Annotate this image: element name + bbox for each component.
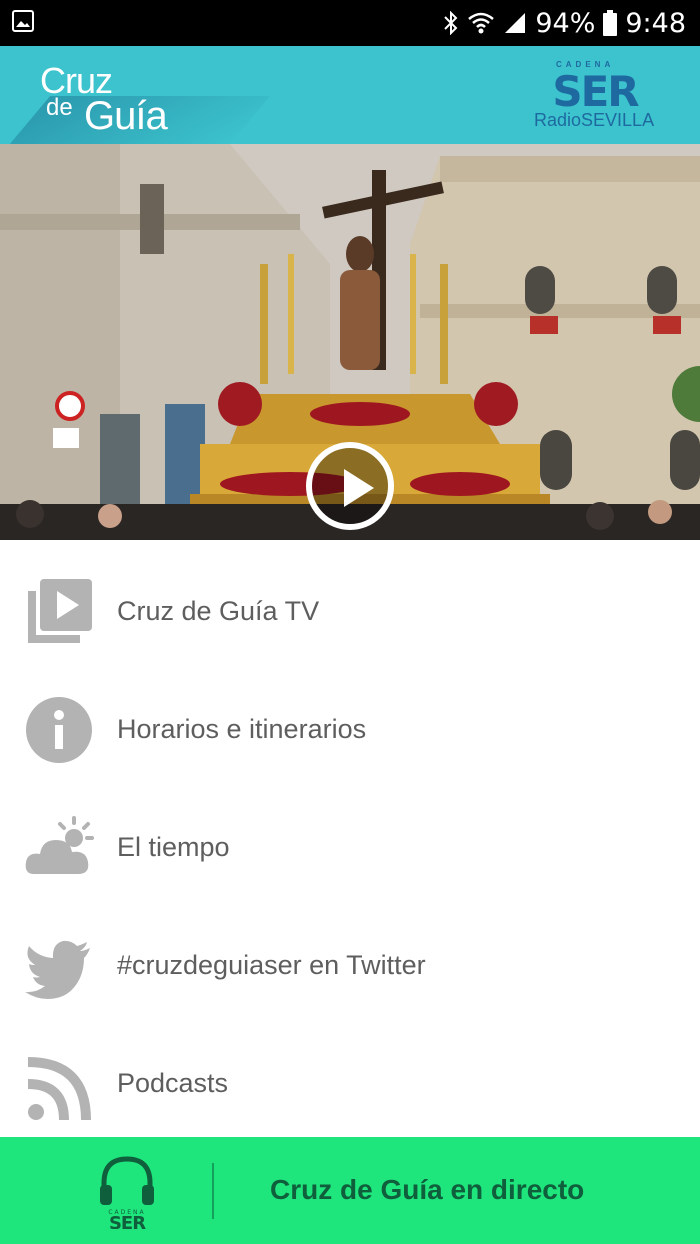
menu-label: Cruz de Guía TV: [117, 596, 320, 626]
live-stream-bar[interactable]: CADENA SER Cruz de Guía en directo: [0, 1137, 700, 1244]
signal-icon: [505, 13, 526, 33]
weather-icon: [25, 816, 94, 874]
live-label: Cruz de Guía en directo: [270, 1174, 585, 1205]
radio-sevilla-text: RadioSEVILLA: [534, 110, 654, 131]
radio-word: Radio: [534, 110, 582, 130]
main-menu: Cruz de Guía TV Horarios e itinerarios E…: [0, 540, 700, 1137]
menu-label: #cruzdeguiaser en Twitter: [117, 950, 426, 980]
menu-label: El tiempo: [117, 832, 230, 862]
divider: [212, 1163, 214, 1219]
sevilla-word: SEVILLA: [581, 110, 655, 130]
video-library-icon: [28, 579, 92, 643]
menu-item-podcasts[interactable]: Podcasts: [0, 1024, 700, 1142]
battery-icon: [603, 10, 618, 36]
app-header: Cruz de Guía CADENA SER RadioSEVILLA: [0, 46, 700, 144]
info-icon: [26, 697, 92, 763]
ser-wordmark: SER: [552, 70, 641, 110]
ser-wordmark-text: SER: [552, 70, 639, 110]
battery-level: 94%: [535, 7, 596, 39]
wifi-icon: [468, 12, 495, 34]
menu-item-cruz-de-guia-tv[interactable]: Cruz de Guía TV: [0, 552, 700, 670]
menu-label: Podcasts: [117, 1068, 229, 1098]
play-icon: [344, 469, 374, 507]
twitter-icon: [25, 940, 90, 999]
video-thumbnail[interactable]: [0, 144, 700, 540]
rss-icon: [27, 1057, 91, 1121]
live-logo-ser: SER: [109, 1213, 146, 1229]
menu-item-horarios[interactable]: Horarios e itinerarios: [0, 670, 700, 788]
bluetooth-icon: [444, 11, 458, 35]
gallery-icon: [12, 10, 34, 32]
menu-item-twitter[interactable]: #cruzdeguiaser en Twitter: [0, 906, 700, 1024]
logo-text-de: de: [46, 94, 73, 121]
ser-cadena-text: CADENA: [556, 60, 615, 69]
menu-label: Horarios e itinerarios: [117, 714, 367, 744]
cadena-ser-logo: CADENA SER RadioSEVILLA: [534, 58, 656, 134]
play-button[interactable]: [306, 442, 394, 530]
logo-text-guia: Guía: [84, 94, 168, 138]
status-bar: 94% 9:48: [0, 0, 700, 46]
menu-item-el-tiempo[interactable]: El tiempo: [0, 788, 700, 906]
clock: 9:48: [625, 7, 686, 39]
headphones-ser-logo: CADENA SER: [100, 1156, 154, 1229]
